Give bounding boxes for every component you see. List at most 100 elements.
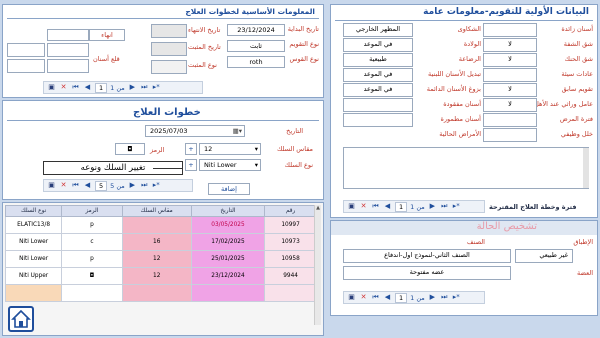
col1-field-4[interactable]: لا (483, 83, 537, 97)
cell-type[interactable]: Niti Lower (4, 233, 63, 251)
col1-field-3[interactable] (483, 68, 537, 82)
col-header-size[interactable]: مقاس السلك (121, 205, 192, 217)
textarea-scrollbar[interactable] (583, 148, 589, 188)
col1-field-6[interactable] (483, 113, 537, 127)
next-icon[interactable]: ▶ (428, 202, 437, 211)
cell-symbol[interactable]: p (61, 250, 123, 268)
new-record-icon[interactable]: ▸* (152, 83, 161, 92)
first-icon[interactable]: ⏮ (371, 202, 380, 211)
cell-date[interactable] (190, 284, 266, 302)
chevron-down-icon[interactable]: ▾ (255, 160, 258, 170)
new-record-icon[interactable]: ▸* (452, 202, 461, 211)
overlap-field[interactable]: غير طبيعي (515, 249, 573, 263)
col2-field-4[interactable]: في الموعد (343, 83, 413, 97)
cell-symbol[interactable]: p (61, 216, 123, 234)
chevron-down-icon[interactable]: ▾ (255, 144, 258, 154)
cell-type[interactable]: Niti Lower (4, 250, 63, 268)
save-icon[interactable]: ▣ (47, 83, 56, 92)
cell-size[interactable]: 12 (121, 267, 192, 285)
cell-size[interactable]: 12 (121, 250, 192, 268)
new-record-icon[interactable]: ▸* (152, 181, 161, 190)
first-icon[interactable]: ⏮ (371, 293, 380, 302)
cell-num[interactable] (264, 284, 317, 302)
col-header-symbol[interactable]: الرمز (61, 205, 123, 217)
save-icon[interactable]: ▣ (347, 293, 356, 302)
col2-field-1[interactable]: في الموعد (343, 38, 413, 52)
arch-type-field[interactable]: roth (227, 56, 285, 68)
size-plus-button[interactable]: + (185, 143, 197, 155)
col2-field-0[interactable]: المظهر الخارجي (343, 23, 413, 37)
table-row[interactable]: 10997 03/05/2025 p ELATIC13/8 (4, 216, 317, 234)
col2-field-3[interactable]: في الموعد (343, 68, 413, 82)
wire-type-field[interactable]: Niti Lower ▾ (199, 159, 261, 171)
treatment-type-field[interactable]: ثابت (227, 40, 285, 52)
cell-size[interactable] (121, 284, 192, 302)
table-row[interactable]: 9944 23/12/2024 12 ◘ Niti Upper (4, 267, 317, 285)
next-icon[interactable]: ▶ (128, 83, 137, 92)
cell-type[interactable]: Niti Upper (4, 267, 63, 285)
col1-field-7[interactable] (483, 128, 537, 142)
first-icon[interactable]: ⏮ (71, 83, 80, 92)
size-field[interactable]: 12 ▾ (199, 143, 261, 155)
cell-symbol[interactable]: ◘ (61, 267, 123, 285)
last-icon[interactable]: ⏭ (140, 83, 149, 92)
page-number[interactable]: 1 (95, 82, 108, 93)
cell-type[interactable] (4, 284, 63, 302)
col2-field-2[interactable]: طبيعية (343, 53, 413, 67)
end-date-field[interactable] (151, 24, 187, 38)
retainer-type-field[interactable] (151, 60, 187, 74)
cell-symbol[interactable] (61, 284, 123, 302)
cell-num[interactable]: 10997 (264, 216, 317, 234)
new-record-icon[interactable]: ▸* (452, 293, 461, 302)
cell-date[interactable]: 17/02/2025 (190, 233, 266, 251)
prev-icon[interactable]: ◀ (83, 83, 92, 92)
prev-icon[interactable]: ◀ (383, 293, 392, 302)
status-field[interactable]: انهاء (89, 29, 125, 41)
cell-size[interactable]: 16 (121, 233, 192, 251)
symbol-field[interactable]: ◘ (115, 143, 145, 155)
delete-icon[interactable]: ✕ (59, 181, 68, 190)
cell-num[interactable]: 10973 (264, 233, 317, 251)
status-side-field[interactable] (47, 29, 89, 41)
col-header-num[interactable]: رقم (264, 205, 317, 217)
retainer-date-field[interactable] (151, 42, 187, 56)
cell-type[interactable]: ELATIC13/8 (4, 216, 63, 234)
next-icon[interactable]: ▶ (428, 293, 437, 302)
calendar-icon[interactable]: ▦▾ (233, 126, 242, 136)
extraction-field-3[interactable] (7, 59, 45, 73)
save-icon[interactable]: ▣ (347, 202, 356, 211)
add-button[interactable]: إضافة (208, 183, 250, 195)
table-scrollbar[interactable]: ▲ (314, 205, 321, 325)
table-row[interactable]: 10958 25/01/2025 12 p Niti Lower (4, 250, 317, 268)
extraction-field-2[interactable] (47, 43, 89, 57)
prev-icon[interactable]: ◀ (383, 202, 392, 211)
first-icon[interactable]: ⏮ (71, 181, 80, 190)
col2-field-5[interactable] (343, 98, 413, 112)
col1-field-2[interactable]: لا (483, 53, 537, 67)
scroll-up-icon[interactable]: ▲ (315, 205, 321, 211)
home-button[interactable] (8, 306, 34, 332)
cell-size[interactable] (121, 216, 192, 234)
save-icon[interactable]: ▣ (47, 181, 56, 190)
start-date-field[interactable]: 23/12/2024 (227, 24, 285, 36)
page-number[interactable]: 1 (395, 201, 408, 212)
cell-date[interactable]: 23/12/2024 (190, 267, 266, 285)
prev-icon[interactable]: ◀ (83, 181, 92, 190)
last-icon[interactable]: ⏭ (140, 181, 149, 190)
wire-plus-button[interactable]: + (185, 159, 197, 171)
cell-num[interactable]: 10958 (264, 250, 317, 268)
date-field[interactable]: 2025/07/03 ▦▾ (145, 125, 245, 137)
last-icon[interactable]: ⏭ (440, 293, 449, 302)
extraction-field-1[interactable] (7, 43, 45, 57)
delete-icon[interactable]: ✕ (359, 293, 368, 302)
col1-field-5[interactable]: لا (483, 98, 537, 112)
bite-field[interactable]: عضه مفتوحة (343, 266, 511, 280)
current-diseases-textarea[interactable] (343, 147, 589, 189)
cell-date[interactable]: 25/01/2025 (190, 250, 266, 268)
delete-icon[interactable]: ✕ (59, 83, 68, 92)
extraction-field-4[interactable] (47, 59, 89, 73)
cell-date[interactable]: 03/05/2025 (190, 216, 266, 234)
col1-field-1[interactable]: لا (483, 38, 537, 52)
cell-symbol[interactable]: c (61, 233, 123, 251)
delete-icon[interactable]: ✕ (359, 202, 368, 211)
